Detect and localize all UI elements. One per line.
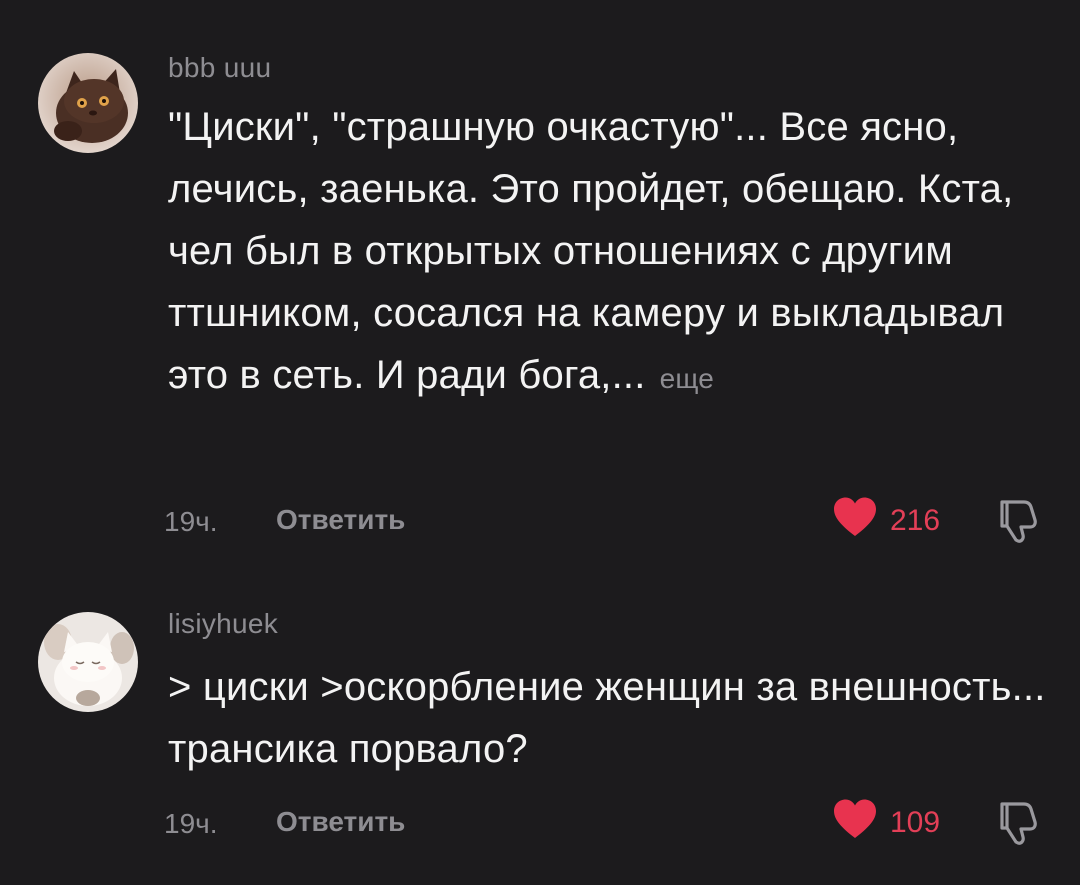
more-link[interactable]: еще bbox=[660, 363, 714, 394]
timestamp: 19ч. bbox=[164, 506, 218, 537]
like-count: 216 bbox=[890, 504, 941, 537]
cat-avatar-image bbox=[38, 612, 138, 712]
dislike-button[interactable] bbox=[994, 798, 1044, 848]
comment-body: "Циски", "страшную очкастую"... Все ясно… bbox=[168, 105, 1014, 397]
comment-meta: 19ч. Ответить 109 bbox=[164, 798, 1044, 848]
reply-button[interactable]: Ответить bbox=[276, 806, 405, 838]
avatar[interactable] bbox=[38, 53, 138, 153]
comment-meta: 19ч. Ответить 216 bbox=[164, 496, 1044, 546]
thumbs-down-icon bbox=[1000, 802, 1037, 845]
avatar[interactable] bbox=[38, 612, 138, 712]
comment-text: "Циски", "страшную очкастую"... Все ясно… bbox=[168, 96, 1048, 410]
like-count: 109 bbox=[890, 806, 941, 839]
username[interactable]: lisiyhuek bbox=[168, 608, 278, 640]
cat-avatar-image bbox=[38, 53, 138, 153]
heart-icon bbox=[834, 497, 876, 536]
like-button[interactable]: 109 bbox=[832, 798, 952, 844]
username[interactable]: bbb uuu bbox=[168, 52, 271, 84]
heart-icon bbox=[834, 799, 876, 838]
like-button[interactable]: 216 bbox=[832, 496, 952, 542]
reply-button[interactable]: Ответить bbox=[276, 504, 405, 536]
dislike-button[interactable] bbox=[994, 496, 1044, 546]
thumbs-down-icon bbox=[1000, 500, 1037, 543]
timestamp: 19ч. bbox=[164, 808, 218, 839]
comment-body: > циски >оскорбление женщин за внешность… bbox=[168, 665, 1046, 771]
comment-text: > циски >оскорбление женщин за внешность… bbox=[168, 656, 1048, 780]
